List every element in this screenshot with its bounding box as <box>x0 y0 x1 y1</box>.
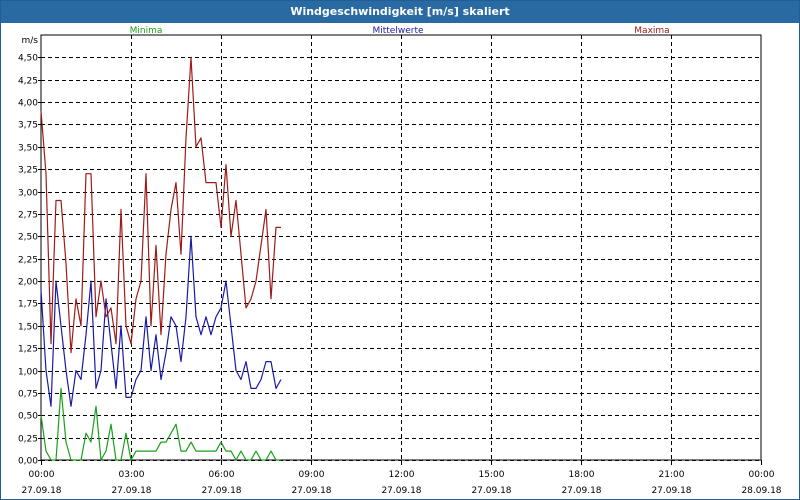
window-title: Windgeschwindigkeit [m/s] skaliert <box>1 1 799 23</box>
chart-window: Windgeschwindigkeit [m/s] skaliert 0,00 0… <box>0 0 800 500</box>
x-tick-date: 27.09.18 <box>291 486 331 496</box>
y-tick-label: 4,00 <box>18 99 38 109</box>
y-tick-label: 1,00 <box>18 368 38 378</box>
x-tick-date: 27.09.18 <box>651 486 691 496</box>
y-tick-label: 4,50 <box>18 54 38 64</box>
y-tick-label: 3,50 <box>18 144 38 154</box>
y-tick-label: 2,00 <box>18 278 38 288</box>
series-line-minima <box>40 387 281 461</box>
y-tick-label: 2,75 <box>18 211 38 221</box>
y-tick-label: 2,50 <box>18 233 38 243</box>
y-tick-label: 0,00 <box>18 457 38 467</box>
x-tick-time: 00:00 <box>29 470 55 480</box>
y-tick-label: 3,25 <box>18 166 38 176</box>
y-tick-label: 0,50 <box>18 412 38 422</box>
x-tick-date: 27.09.18 <box>561 486 601 496</box>
y-tick-label: 2,25 <box>18 256 38 266</box>
x-tick-time: 00:00 <box>749 470 775 480</box>
x-tick-time: 06:00 <box>209 470 235 480</box>
x-tick-time: 03:00 <box>119 470 145 480</box>
x-tick-time: 21:00 <box>659 470 685 480</box>
y-tick-label: 0,75 <box>18 390 38 400</box>
x-tick-time: 09:00 <box>299 470 325 480</box>
series-line-mittelwerte <box>40 235 282 407</box>
x-tick-date: 28.09.18 <box>741 486 781 496</box>
series-line-maxima <box>40 56 281 354</box>
y-tick-label: 3,00 <box>18 189 38 199</box>
legend-mittelwerte: Mittelwerte <box>372 26 423 36</box>
x-tick-date: 27.09.18 <box>201 486 241 496</box>
x-tick-time: 18:00 <box>569 470 595 480</box>
y-tick-label: 1,25 <box>18 345 38 355</box>
y-tick-label: 0,25 <box>18 435 38 445</box>
legend-maxima: Maxima <box>634 26 669 36</box>
x-tick-date: 27.09.18 <box>111 486 151 496</box>
y-tick-label: 1,75 <box>18 300 38 310</box>
x-tick-time: 15:00 <box>479 470 505 480</box>
legend-minima: Minima <box>130 26 163 36</box>
y-axis-label: m/s <box>22 36 39 46</box>
x-tick-date: 27.09.18 <box>21 486 61 496</box>
y-tick-label: 3,75 <box>18 121 38 131</box>
y-tick-label: 4,25 <box>18 77 38 87</box>
x-tick-date: 27.09.18 <box>471 486 511 496</box>
y-tick-label: 1,50 <box>18 323 38 333</box>
x-tick-date: 27.09.18 <box>381 486 421 496</box>
wind-speed-chart: 0,00 0,25 0,50 0,75 1,00 1,25 1,50 1,75 2,00 2,25… <box>18 26 782 496</box>
x-tick-time: 12:00 <box>389 470 415 480</box>
